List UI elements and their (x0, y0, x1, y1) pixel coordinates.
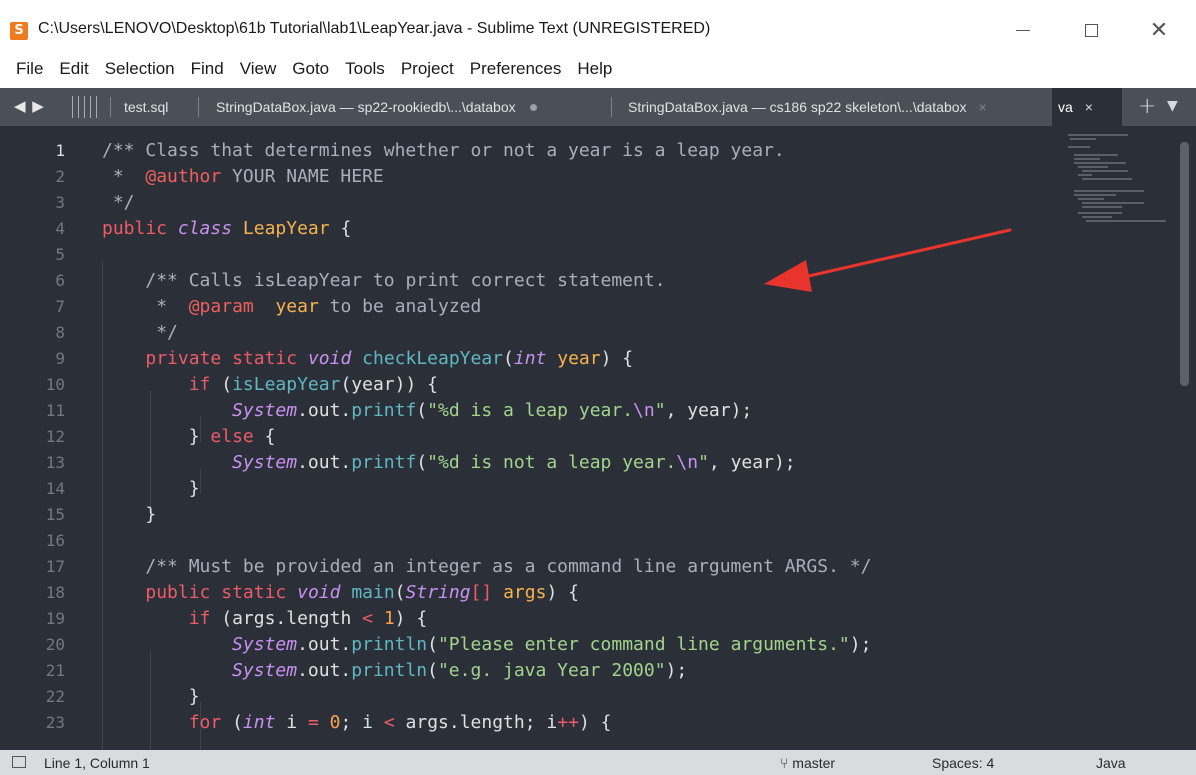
line-number: 7 (55, 297, 65, 316)
tab-divider (611, 97, 612, 117)
line-number: 6 (55, 271, 65, 290)
minimize-icon (1016, 29, 1030, 31)
tab-divider (110, 97, 111, 117)
line-number: 9 (55, 349, 65, 368)
code-line: } (188, 478, 200, 499)
minimize-button[interactable] (1008, 18, 1038, 42)
code-line: /** Class that determines whether or not… (102, 140, 785, 161)
line-number: 16 (45, 531, 65, 550)
menu-file[interactable]: File (8, 59, 51, 79)
code-line: /** Must be provided an integer as a com… (145, 556, 872, 577)
menu-project[interactable]: Project (393, 59, 462, 79)
panel-toggle-icon[interactable] (12, 756, 26, 768)
line-number: 23 (45, 713, 65, 732)
tab-test-sql[interactable]: test.sql (124, 88, 189, 126)
window-title: C:\Users\LENOVO\Desktop\61b Tutorial\lab… (38, 20, 711, 37)
tab-close-icon[interactable]: × (1085, 99, 1093, 115)
maximize-button[interactable] (1076, 18, 1106, 42)
line-number: 22 (45, 687, 65, 706)
line-number: 12 (45, 427, 65, 446)
line-number: 17 (45, 557, 65, 576)
code-line: if (isLeapYear(year)) { (188, 374, 438, 395)
line-gutter: 1 2 3 4 5 6 7 8 9 10 11 12 13 14 15 16 1… (0, 138, 80, 736)
menu-tools[interactable]: Tools (337, 59, 393, 79)
status-bar: Line 1, Column 1 ⑂ master Spaces: 4 Java (0, 750, 1196, 775)
code-line: System.out.printf("%d is not a leap year… (232, 452, 796, 473)
line-number: 20 (45, 635, 65, 654)
maximize-icon (1084, 23, 1098, 37)
tab-stringdatabox-skeleton[interactable]: StringDataBox.java — cs186 sp22 skeleton… (628, 88, 1050, 126)
tab-label: va (1058, 99, 1073, 115)
close-button[interactable]: ✕ (1144, 17, 1174, 43)
vertical-scrollbar[interactable] (1180, 142, 1189, 386)
line-number: 11 (45, 401, 65, 420)
tab-label: StringDataBox.java — cs186 sp22 skeleton… (628, 99, 967, 115)
modified-dot-icon (529, 103, 537, 111)
tab-leapyear-java[interactable]: va × (1052, 88, 1122, 126)
tab-bar: ◀ ▶ test.sql StringDataBox.java — sp22-r… (0, 88, 1196, 126)
code-line: * @param year to be analyzed (145, 296, 482, 317)
new-tab-icon[interactable]: + (1138, 94, 1156, 119)
code-text[interactable]: /** Class that determines whether or not… (102, 138, 1152, 736)
code-line: System.out.println("e.g. java Year 2000"… (232, 660, 688, 681)
menu-help[interactable]: Help (569, 59, 620, 79)
tab-nav-arrows-icon[interactable]: ◀ ▶ (14, 97, 45, 115)
code-line: } else { (188, 426, 276, 447)
code-line: */ (145, 322, 178, 343)
line-number: 5 (55, 245, 65, 264)
menu-bar: File Edit Selection Find View Goto Tools… (0, 50, 1196, 88)
code-line: if (args.length < 1) { (188, 608, 428, 629)
open-files-icon[interactable] (72, 96, 97, 118)
code-line: } (145, 504, 157, 525)
title-bar: S C:\Users\LENOVO\Desktop\61b Tutorial\l… (0, 0, 1196, 50)
line-number: 2 (55, 167, 65, 186)
code-line: private static void checkLeapYear(int ye… (145, 348, 634, 369)
code-line: System.out.println("Please enter command… (232, 634, 872, 655)
menu-goto[interactable]: Goto (284, 59, 337, 79)
indentation-setting[interactable]: Spaces: 4 (932, 755, 994, 771)
tab-label: test.sql (124, 99, 169, 115)
syntax-selector[interactable]: Java (1096, 755, 1126, 771)
line-number: 19 (45, 609, 65, 628)
code-line: */ (102, 192, 135, 213)
git-branch[interactable]: ⑂ master (780, 755, 835, 771)
sublime-text-icon: S (10, 22, 28, 40)
menu-preferences[interactable]: Preferences (462, 59, 570, 79)
line-number: 13 (45, 453, 65, 472)
tab-divider (198, 97, 199, 117)
code-line: for (int i = 0; i < args.length; i++) { (188, 712, 612, 733)
minimap[interactable] (1064, 130, 1172, 230)
menu-find[interactable]: Find (183, 59, 232, 79)
line-number: 14 (45, 479, 65, 498)
branch-icon: ⑂ (780, 755, 793, 771)
close-icon: ✕ (1149, 17, 1169, 43)
code-line: public static void main(String[] args) { (145, 582, 579, 603)
tab-stringdatabox-rookiedb[interactable]: StringDataBox.java — sp22-rookiedb\...\d… (216, 88, 606, 126)
line-number: 21 (45, 661, 65, 680)
line-number: 3 (55, 193, 65, 212)
code-line: } (188, 686, 200, 707)
line-number: 4 (55, 219, 65, 238)
line-number: 1 (55, 141, 65, 160)
code-line: * @author YOUR NAME HERE (102, 166, 384, 187)
code-editor[interactable]: 1 2 3 4 5 6 7 8 9 10 11 12 13 14 15 16 1… (0, 126, 1196, 750)
menu-selection[interactable]: Selection (97, 59, 183, 79)
code-line: public class LeapYear { (102, 218, 352, 239)
line-number: 8 (55, 323, 65, 342)
line-number: 10 (45, 375, 65, 394)
tab-close-icon[interactable]: × (979, 99, 987, 115)
menu-view[interactable]: View (232, 59, 285, 79)
menu-edit[interactable]: Edit (51, 59, 96, 79)
tab-dropdown-icon[interactable]: ▼ (1167, 98, 1178, 114)
cursor-position: Line 1, Column 1 (44, 755, 150, 771)
line-number: 18 (45, 583, 65, 602)
line-number: 15 (45, 505, 65, 524)
code-line: System.out.printf("%d is a leap year.\n"… (232, 400, 753, 421)
code-line: /** Calls isLeapYear to print correct st… (145, 270, 666, 291)
tab-label: StringDataBox.java — sp22-rookiedb\...\d… (216, 99, 516, 115)
